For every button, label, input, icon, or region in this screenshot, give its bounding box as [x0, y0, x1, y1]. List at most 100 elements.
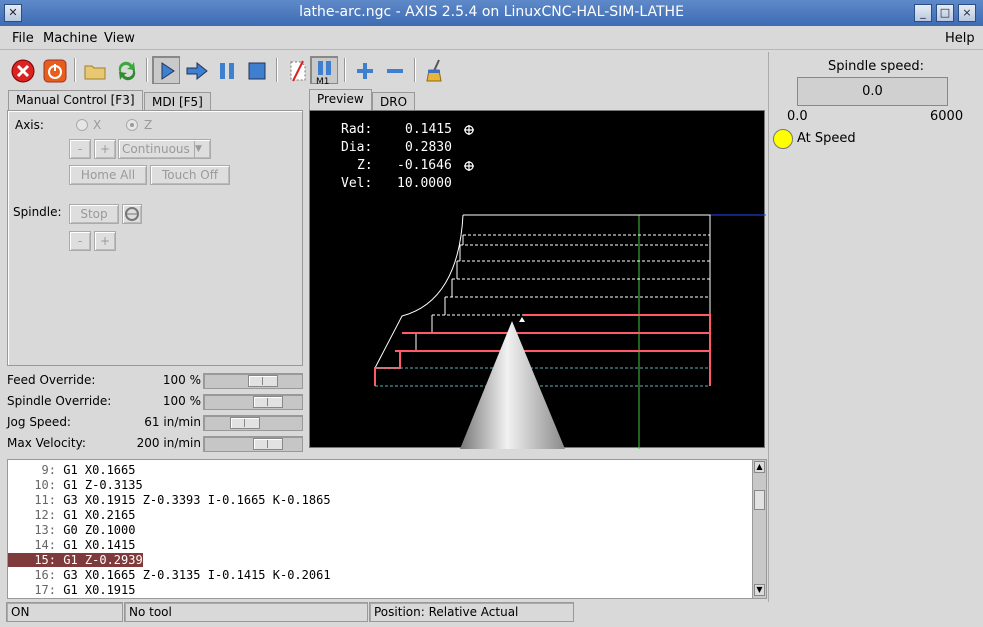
line-text: G3 X0.1915 Z-0.3393 I-0.1665 K-0.1865 [63, 493, 331, 507]
slider-knob[interactable] [253, 438, 283, 450]
axis-z-radio[interactable] [126, 119, 138, 131]
menu-bar: File Machine View Help [0, 26, 983, 50]
override-value: 100 % [162, 373, 201, 387]
zoom-in-button[interactable] [350, 56, 378, 84]
zoom-out-icon [387, 69, 403, 73]
panel-divider [768, 52, 769, 602]
toolbar-separator [414, 58, 416, 82]
slider-knob[interactable] [253, 396, 283, 408]
tool-cone [460, 321, 565, 449]
pause-icon [220, 63, 234, 79]
override-slider[interactable] [203, 436, 303, 452]
machine-power-button[interactable] [40, 56, 68, 84]
close-icon[interactable]: × [958, 4, 976, 22]
zoom-in-icon [357, 63, 373, 79]
open-file-button[interactable] [80, 56, 108, 84]
line-text: G1 Z-0.3135 [63, 478, 143, 492]
block-delete-button[interactable] [282, 56, 310, 84]
jog-mode-select[interactable]: Continuous ▼ [118, 139, 211, 159]
line-text: G1 X0.1665 [63, 463, 136, 477]
estop-icon [11, 59, 35, 83]
menu-file[interactable]: File [12, 31, 34, 46]
run-button[interactable] [152, 56, 180, 84]
estop-button[interactable] [8, 56, 36, 84]
broom-icon [426, 59, 442, 82]
override-slider[interactable] [203, 394, 303, 410]
toolbar-separator [344, 58, 346, 82]
line-number: 16: [34, 568, 56, 582]
gcode-line[interactable]: 14: G1 X0.1415 [8, 538, 753, 553]
toolbar-separator [146, 58, 148, 82]
scroll-thumb[interactable] [754, 490, 765, 510]
jog-plus-button[interactable]: + [94, 139, 116, 159]
gcode-line[interactable]: 17: G1 X0.1915 [8, 583, 753, 598]
slider-knob[interactable] [248, 375, 278, 387]
menu-view[interactable]: View [104, 31, 135, 46]
pause-button[interactable] [212, 56, 240, 84]
menu-machine[interactable]: Machine [43, 31, 97, 46]
toolpath-canvas [374, 125, 766, 449]
tab-manual-control[interactable]: Manual Control [F3] [8, 90, 143, 112]
spindle-plus-button[interactable]: + [94, 231, 116, 251]
line-text: G1 X0.1915 [63, 583, 136, 597]
line-number: 9: [41, 463, 56, 477]
gcode-line[interactable]: 10: G1 Z-0.3135 [8, 478, 753, 493]
override-row: Max Velocity: 200 in/min [0, 434, 305, 454]
at-speed-label: At Speed [797, 131, 856, 146]
gcode-line[interactable]: 15: G1 Z-0.2939 [8, 553, 753, 568]
override-value: 100 % [162, 394, 201, 408]
axis-x-label: X [93, 118, 102, 132]
reload-button[interactable] [112, 56, 140, 84]
override-sliders: Feed Override: 100 % Spindle Override: 100 … [0, 368, 305, 456]
reload-icon [118, 61, 136, 81]
slider-knob[interactable] [230, 417, 260, 429]
line-text: G1 X0.1415 [63, 538, 136, 552]
tab-preview[interactable]: Preview [309, 89, 372, 111]
step-button[interactable] [182, 56, 210, 84]
spindle-max: 6000 [930, 109, 964, 124]
gcode-line[interactable]: 12: G1 X0.2165 [8, 508, 753, 523]
gcode-line[interactable]: 11: G3 X0.1915 Z-0.3393 I-0.1665 K-0.186… [8, 493, 753, 508]
status-position: Position: Relative Actual [369, 602, 574, 622]
axis-x-radio[interactable] [76, 119, 88, 131]
override-label: Spindle Override: [7, 394, 112, 408]
override-slider[interactable] [203, 415, 303, 431]
zoom-out-button[interactable] [380, 56, 408, 84]
spindle-stop-button[interactable]: Stop [69, 204, 119, 224]
folder-icon [84, 65, 106, 80]
axis-z-label: Z [144, 118, 153, 132]
scroll-down-icon[interactable]: ▼ [754, 584, 765, 596]
arc-profile [374, 214, 464, 369]
manual-control-panel: Axis: X Z - + Continuous ▼ Home All Touc… [7, 110, 303, 366]
override-row: Spindle Override: 100 % [0, 392, 305, 412]
clear-backplot-button[interactable] [420, 56, 448, 84]
scroll-up-icon[interactable]: ▲ [754, 461, 765, 473]
chevron-down-icon: ▼ [194, 141, 208, 157]
override-slider[interactable] [203, 373, 303, 389]
jog-minus-button[interactable]: - [69, 139, 91, 159]
home-all-button[interactable]: Home All [69, 165, 147, 185]
spindle-brake-button[interactable] [122, 204, 142, 224]
tab-mdi[interactable]: MDI [F5] [144, 92, 211, 112]
spindle-label: Spindle: [13, 205, 62, 219]
tab-dro[interactable]: DRO [372, 92, 416, 112]
gcode-listing[interactable]: 9: G1 X0.1665 10: G1 Z-0.3135 11: G3 X0.19… [7, 459, 767, 599]
toolpath-preview[interactable]: Rad: 0.1415 Dia: 0.2830 Z: -0.1646 Vel: … [309, 110, 766, 449]
touch-off-button[interactable]: Touch Off [150, 165, 230, 185]
gcode-line[interactable]: 9: G1 X0.1665 [8, 463, 753, 478]
gcode-scrollbar[interactable]: ▲ ▼ [752, 460, 766, 598]
line-number: 12: [34, 508, 56, 522]
maximize-icon[interactable]: □ [936, 4, 954, 22]
axis-label: Axis: [15, 118, 44, 132]
spindle-min: 0.0 [787, 109, 808, 124]
stop-button[interactable] [242, 56, 270, 84]
gcode-line[interactable]: 16: G3 X0.1665 Z-0.3135 I-0.1415 K-0.206… [8, 568, 753, 583]
status-machine-state: ON [6, 602, 123, 622]
toolbar-separator [276, 58, 278, 82]
override-row: Feed Override: 100 % [0, 371, 305, 391]
minimize-icon[interactable]: _ [914, 4, 932, 22]
spindle-minus-button[interactable]: - [69, 231, 91, 251]
optional-stop-button[interactable]: M1 [310, 56, 338, 87]
menu-help[interactable]: Help [945, 31, 975, 46]
gcode-line[interactable]: 13: G0 Z0.1000 [8, 523, 753, 538]
